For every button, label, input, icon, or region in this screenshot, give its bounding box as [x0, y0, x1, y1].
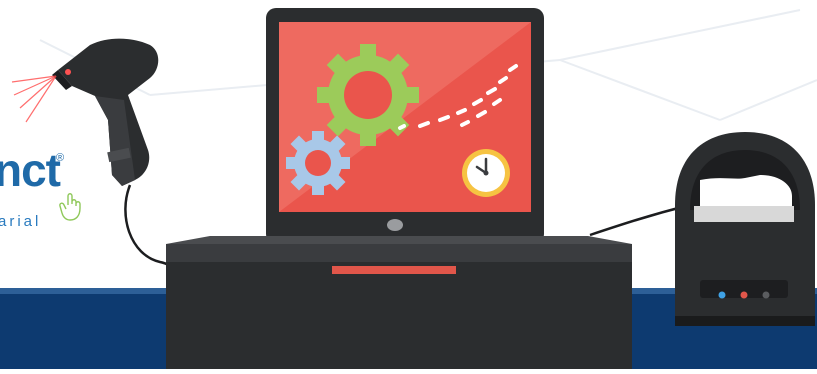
small-gear-icon [286, 131, 350, 195]
laser-beam-icon [11, 75, 57, 123]
logo-tagline: arial [0, 213, 42, 230]
logo-text: nct [0, 144, 61, 196]
register-base [166, 236, 632, 369]
hand-pointer-icon [59, 193, 81, 221]
barcode-scanner-icon [52, 38, 159, 187]
laser-dot [65, 69, 71, 75]
illustration-scene: nct ® arial [0, 0, 817, 369]
clock-icon [462, 149, 510, 197]
receipt-printer-icon [675, 132, 815, 326]
scene-svg [0, 8, 817, 369]
registered-mark: ® [56, 152, 65, 164]
drawer-accent [332, 266, 456, 274]
